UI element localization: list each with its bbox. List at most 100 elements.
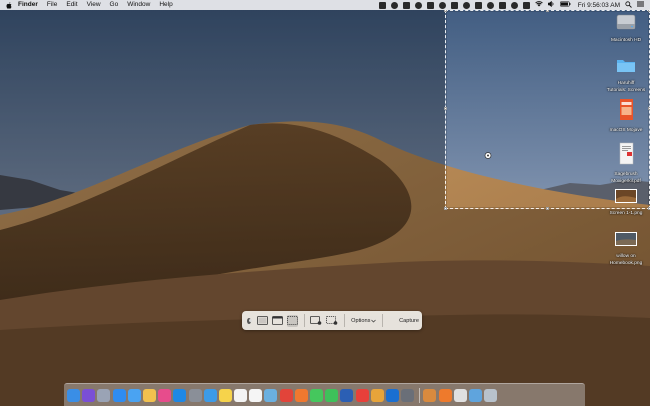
capture-button[interactable]: Capture	[396, 318, 422, 324]
dock-finder-icon[interactable]	[67, 388, 80, 402]
selection-handle[interactable]	[444, 107, 447, 110]
options-label: Options	[351, 317, 371, 324]
dock-preview-icon[interactable]	[264, 388, 278, 402]
image-file-icon	[615, 232, 637, 246]
dock-system-preferences-icon[interactable]	[188, 388, 202, 402]
desktop-icon-label: willow on	[616, 254, 636, 259]
desktop-icon-macintosh-hd[interactable]: Macintosh HD	[603, 12, 649, 44]
dock-notes-icon[interactable]	[218, 388, 232, 402]
dock-photos-2-icon[interactable]	[423, 388, 437, 402]
dock-news-icon[interactable]	[355, 388, 369, 402]
menu-finder[interactable]: Finder	[18, 0, 38, 10]
toolbar-divider	[343, 314, 345, 327]
status-app-icon[interactable]	[510, 1, 518, 9]
dock-firefox-icon[interactable]	[294, 388, 308, 402]
apple-icon[interactable]	[6, 1, 12, 9]
toolbar-divider	[382, 314, 384, 327]
desktop-icon-label: Sagebrush	[614, 172, 638, 177]
battery-icon[interactable]	[559, 1, 571, 9]
menu-help[interactable]: Help	[159, 0, 172, 10]
capture-entire-screen-button[interactable]	[256, 315, 268, 327]
dock-messages-icon[interactable]	[310, 388, 323, 402]
dock-divider	[419, 387, 421, 403]
record-selection-button[interactable]	[325, 315, 338, 327]
status-app-icon[interactable]	[462, 1, 470, 9]
status-menu-area: Fri 9:56:03 AM	[378, 0, 644, 10]
selection-handle[interactable]	[444, 207, 447, 210]
desktop-icon-pdf[interactable]: Sagebrush Moxigerkil.pdf	[603, 142, 649, 184]
status-app-icon[interactable]	[438, 1, 446, 9]
status-app-icon[interactable]	[390, 1, 398, 9]
desktop-icon-label: Macintosh HD	[610, 38, 642, 43]
dock-trash-icon[interactable]	[484, 388, 498, 402]
desktop-icon-folder[interactable]: Haruhiff Tutorials: Screens	[603, 55, 649, 93]
dock-scripts-icon[interactable]	[453, 388, 467, 402]
desktop-icon-homebook-png[interactable]: willow on Homebook.png	[603, 230, 649, 266]
status-app-icon[interactable]	[486, 1, 494, 9]
capture-selection-icon	[286, 316, 298, 325]
dock-launchpad-icon[interactable]	[97, 388, 111, 402]
menu-file[interactable]: File	[47, 0, 57, 10]
menu-bar: Finder File Edit View Go Window Help Fri…	[0, 0, 650, 10]
desktop-icon-label: Moxigerkil.pdf	[611, 178, 641, 184]
menu-window[interactable]: Window	[127, 0, 150, 10]
desktop-icon-label: Tutorials: Screens	[606, 87, 646, 93]
desktop-icon-label: Screen 1-1.png	[609, 211, 643, 216]
image-file-icon	[615, 189, 637, 203]
dock-itunes-icon[interactable]	[158, 388, 172, 402]
record-screen-icon	[309, 316, 321, 325]
record-screen-button[interactable]	[309, 315, 322, 327]
capture-entire-screen-icon	[256, 316, 268, 325]
dock-quicktime-icon[interactable]	[401, 388, 415, 402]
pdf-icon	[619, 142, 634, 165]
dock-word-icon[interactable]	[340, 388, 354, 402]
dock-safari-2-icon[interactable]	[203, 388, 217, 402]
status-app-icon[interactable]	[402, 1, 410, 9]
selection-handle[interactable]	[546, 207, 549, 210]
dock-downloads-icon[interactable]	[468, 388, 482, 402]
dock-1password-icon[interactable]	[385, 388, 399, 402]
menu-go[interactable]: Go	[110, 0, 119, 10]
dock-siri-icon[interactable]	[82, 388, 96, 402]
capture-window-button[interactable]	[271, 315, 283, 327]
folder-icon	[617, 60, 635, 72]
status-app-icon[interactable]	[474, 1, 482, 9]
desktop-icon-screen-png[interactable]: Screen 1-1.png	[603, 187, 649, 217]
menu-view[interactable]: View	[87, 0, 101, 10]
dock-safari-icon[interactable]	[112, 388, 126, 402]
status-app-icon[interactable]	[426, 1, 434, 9]
dock	[64, 383, 585, 406]
dock-calendar-icon[interactable]	[234, 388, 248, 402]
dock-chrome-icon[interactable]	[279, 388, 293, 402]
spotlight-search-icon[interactable]	[625, 0, 632, 10]
document-icon	[620, 99, 633, 120]
dock-mail-icon[interactable]	[127, 388, 141, 402]
desktop-icon-macos-mojave[interactable]: macOS Mojave	[603, 98, 649, 134]
close-icon[interactable]	[247, 317, 252, 324]
notification-center-icon[interactable]	[637, 1, 644, 9]
status-app-icon[interactable]	[414, 1, 422, 9]
chevron-down-icon	[371, 319, 377, 322]
status-app-icon[interactable]	[498, 1, 506, 9]
record-selection-icon	[325, 316, 337, 325]
status-app-icon[interactable]	[450, 1, 458, 9]
desktop-icon-label: Haruhiff	[617, 81, 635, 86]
mouse-cursor-icon	[484, 152, 492, 159]
dock-app-store-icon[interactable]	[173, 388, 187, 402]
dock-books-icon[interactable]	[438, 388, 452, 402]
dock-butterfly-icon[interactable]	[370, 388, 384, 402]
toolbar-divider	[303, 314, 305, 327]
dock-facetime-icon[interactable]	[325, 388, 339, 402]
desktop-icon-label: macOS Mojave	[609, 128, 643, 133]
menubar-clock[interactable]: Fri 9:56:03 AM	[578, 2, 620, 9]
capture-selection-button[interactable]	[286, 314, 298, 327]
status-app-icon[interactable]	[378, 1, 386, 9]
status-app-icon[interactable]	[522, 1, 530, 9]
dock-photos-icon[interactable]	[142, 388, 156, 402]
volume-icon[interactable]	[547, 0, 555, 9]
options-button[interactable]: Options	[351, 317, 377, 324]
menu-edit[interactable]: Edit	[66, 0, 77, 10]
wifi-icon[interactable]	[534, 1, 543, 9]
desktop-icon-label: Homebook.png	[609, 260, 643, 266]
dock-reminders-icon[interactable]	[249, 388, 263, 402]
